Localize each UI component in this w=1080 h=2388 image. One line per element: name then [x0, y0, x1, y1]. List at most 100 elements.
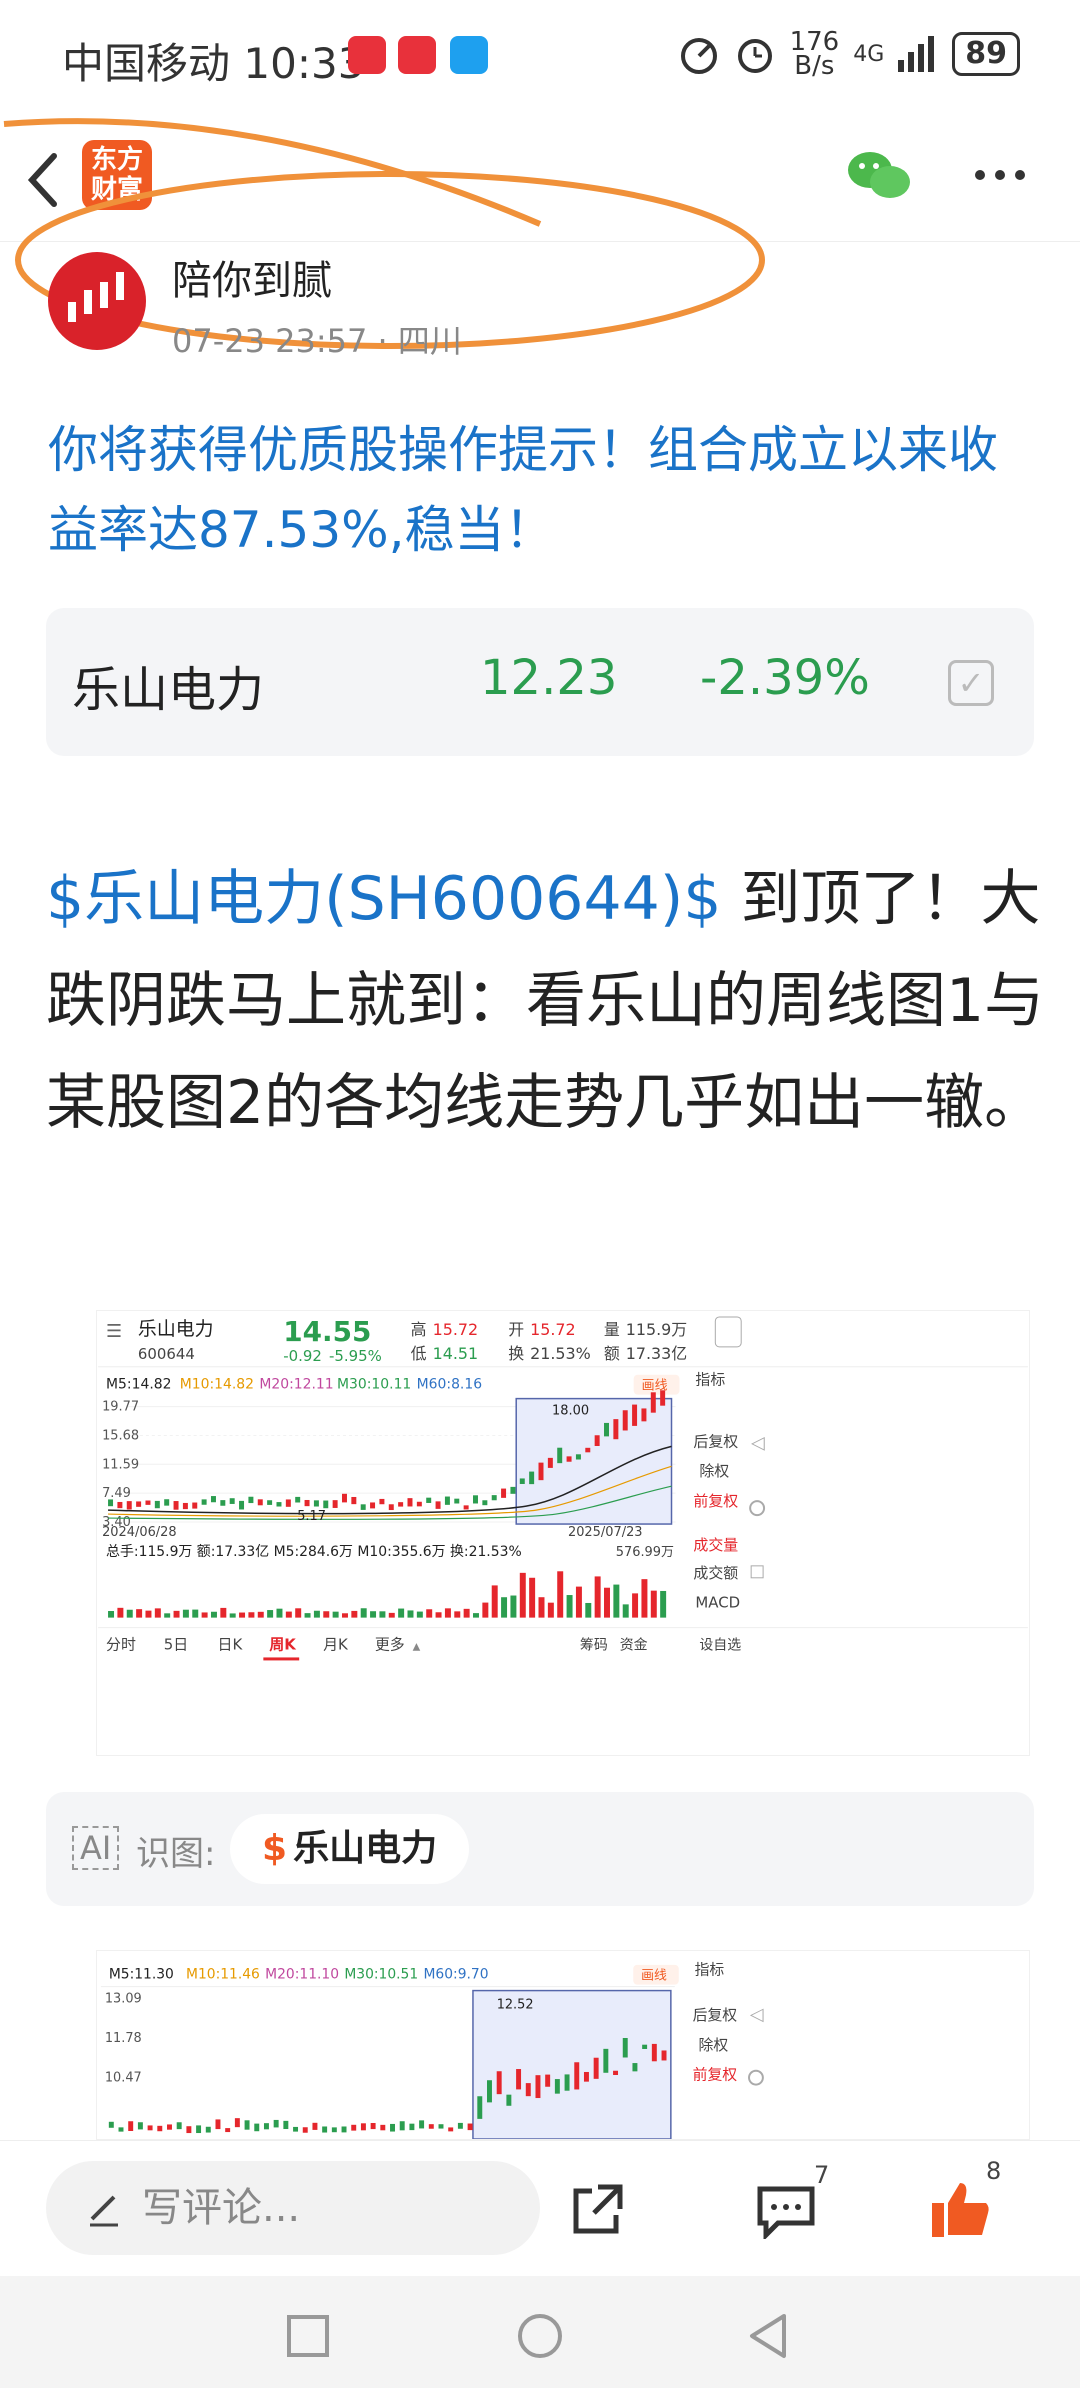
chart1-device-icon[interactable] — [714, 1316, 742, 1348]
stock-card[interactable]: 乐山电力 12.23 -2.39% ✓ — [46, 608, 1034, 756]
add-watchlist-icon[interactable]: ✓ — [948, 660, 994, 706]
volume-bar — [398, 1608, 405, 1618]
svg-text:换: 换 — [508, 1344, 524, 1363]
author-name[interactable]: 陪你到腻 — [172, 248, 332, 306]
candle — [407, 1498, 413, 1507]
candle — [186, 2126, 192, 2134]
candle — [351, 2124, 357, 2131]
back-nav-icon[interactable] — [746, 2312, 790, 2360]
candle — [409, 2123, 415, 2131]
home-icon[interactable] — [516, 2312, 564, 2360]
indicator-button[interactable]: 指标 — [695, 1371, 725, 1389]
svg-text:除权: 除权 — [699, 2037, 729, 2054]
candle — [642, 2044, 648, 2049]
stock-change: -2.39% — [700, 650, 870, 706]
candle — [137, 2122, 143, 2130]
candle — [234, 2118, 240, 2128]
candle — [482, 1500, 488, 1506]
volume-bar — [622, 1604, 629, 1618]
more-icon[interactable] — [972, 168, 1032, 182]
y-tick-label: 15.68 — [102, 1428, 139, 1443]
svg-text:高: 高 — [411, 1320, 427, 1339]
svg-text:17.33亿: 17.33亿 — [626, 1344, 687, 1363]
share-icon[interactable] — [570, 2181, 626, 2237]
wechat-share-icon[interactable] — [846, 148, 912, 202]
chart1-side-options[interactable]: 后复权 除权 前复权 成交量 成交额 MACD — [693, 1432, 740, 1611]
volume-bar — [229, 1613, 236, 1618]
chart1-period-tabs[interactable]: 分时 5日 日K 周K 月K 更多 ▲ 筹码 资金 设自选 — [106, 1635, 741, 1661]
candle — [650, 1392, 656, 1413]
signal-type: 4G — [853, 41, 885, 67]
volume-bar — [117, 1607, 124, 1618]
volume-bar — [594, 1576, 601, 1618]
chart2-side-options[interactable]: 后复权 除权 前复权 — [693, 2006, 738, 2083]
candle — [225, 2128, 231, 2133]
chart-image-1[interactable]: ☰ 乐山电力 600644 14.55 -0.92 -5.95% 高 15.72… — [96, 1310, 1030, 1756]
candle — [313, 1500, 319, 1507]
svg-text:M5:14.82: M5:14.82 — [106, 1377, 171, 1393]
candle — [613, 1419, 619, 1440]
chart-image-2[interactable]: M5:11.30 M10:11.46 M20:11.10 M30:10.51 M… — [96, 1950, 1030, 2140]
svg-text:☰: ☰ — [106, 1321, 122, 1342]
volume-bar — [463, 1608, 470, 1618]
author-avatar[interactable] — [48, 252, 146, 350]
recent-apps-icon[interactable] — [286, 2314, 330, 2358]
huawei-app-icon — [398, 36, 436, 74]
volume-bar — [641, 1579, 648, 1618]
candle — [370, 1502, 376, 1509]
ai-icon: AI — [72, 1826, 120, 1870]
volume-bar — [379, 1611, 386, 1618]
candle — [463, 1505, 469, 1510]
candle — [506, 2094, 512, 2106]
svg-text:资金: 资金 — [620, 1637, 648, 1653]
speed-icon — [680, 38, 717, 74]
volume-bar — [145, 1610, 152, 1618]
volume-bar — [126, 1609, 133, 1618]
indicator-button-2[interactable]: 指标 — [695, 1962, 725, 1979]
candle — [538, 1462, 544, 1481]
svg-text:M5:11.30: M5:11.30 — [109, 1967, 174, 1983]
svg-text:除权: 除权 — [699, 1462, 729, 1480]
candle — [641, 1408, 647, 1422]
volume-bar — [136, 1609, 143, 1618]
stock-tag-pill[interactable]: $ 乐山电力 — [230, 1814, 470, 1884]
volume-bar — [660, 1590, 667, 1618]
ai-recognize-row: AI 识图: $ 乐山电力 — [46, 1792, 1034, 1906]
candle — [167, 2124, 172, 2130]
net-speed: 176 B/s — [789, 27, 840, 81]
svg-text:14.55: 14.55 — [283, 1315, 371, 1348]
candle — [622, 1410, 628, 1431]
svg-text:15.72: 15.72 — [530, 1320, 576, 1339]
like-icon[interactable] — [930, 2181, 992, 2239]
stock-tag-link[interactable]: $乐山电力(SH600644)$ — [46, 864, 721, 934]
candle — [457, 2122, 463, 2129]
candle — [257, 1499, 263, 1506]
candle — [435, 1501, 441, 1509]
post-title[interactable]: 你将获得优质股操作提示！组合成立以来收益率达87.53%,稳当！ — [48, 410, 1038, 570]
svg-text:13.09: 13.09 — [105, 1991, 142, 2006]
candle — [380, 2124, 386, 2131]
candle — [192, 1502, 198, 1509]
candle — [477, 2096, 483, 2119]
volume-bar — [220, 1607, 227, 1618]
comment-icon[interactable] — [756, 2183, 816, 2239]
volume-bar — [519, 1572, 526, 1618]
volume-bar — [154, 1608, 161, 1618]
candle — [444, 1496, 450, 1505]
svg-text:成交量: 成交量 — [693, 1536, 738, 1554]
candle — [248, 1496, 254, 1504]
candle — [594, 1435, 600, 1446]
candle — [117, 1501, 123, 1509]
volume-bar — [426, 1609, 433, 1618]
candle — [215, 2119, 221, 2130]
collapse-icon[interactable]: ◁ — [751, 1432, 765, 1453]
stock-price: 12.23 — [480, 650, 618, 706]
candle — [547, 1457, 553, 1468]
svg-text:11.78: 11.78 — [105, 2031, 142, 2046]
volume-bar — [285, 1611, 292, 1618]
svg-text:-5.95%: -5.95% — [329, 1347, 382, 1365]
candle — [399, 2121, 405, 2131]
volume-bar — [473, 1613, 479, 1618]
svg-text:分时: 分时 — [106, 1635, 136, 1653]
candle — [398, 1502, 404, 1507]
